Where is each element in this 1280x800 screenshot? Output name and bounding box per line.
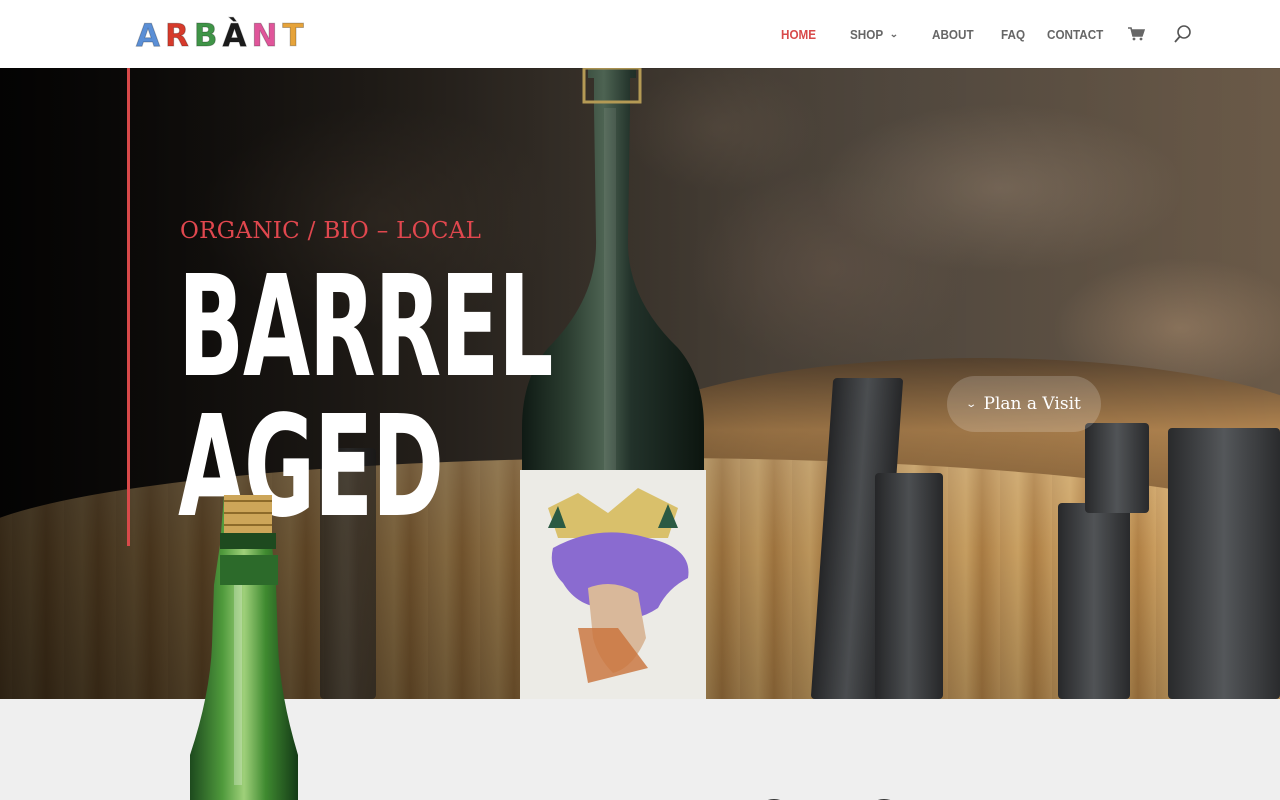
chevron-down-icon: ⌄ xyxy=(889,28,899,39)
hero-subtitle: ORGANIC / BIO – LOCAL xyxy=(180,218,482,244)
search-icon[interactable] xyxy=(1173,24,1193,44)
site-header: A R B À N T HOME SHOP ⌄ ABOUT FAQ CONTAC… xyxy=(0,0,1280,68)
bottle-image xyxy=(190,495,298,800)
logo-letter: B xyxy=(193,18,221,54)
site-logo[interactable]: A R B À N T xyxy=(136,20,307,52)
logo-letter: R xyxy=(165,18,192,54)
nav-item-home[interactable]: HOME xyxy=(781,27,816,42)
hero-title-line: BARREL xyxy=(178,246,553,409)
chevron-down-icon: ⌄ xyxy=(965,398,978,410)
nav-item-shop[interactable]: SHOP ⌄ xyxy=(850,26,899,42)
logo-letter: A xyxy=(136,18,163,54)
accent-line xyxy=(127,68,130,546)
nav-item-faq[interactable]: FAQ xyxy=(1001,27,1025,42)
plan-visit-button[interactable]: ⌄ Plan a Visit xyxy=(947,376,1101,432)
logo-letter: T xyxy=(282,18,307,54)
nav-item-about[interactable]: ABOUT xyxy=(932,27,974,42)
nav-item-label: SHOP xyxy=(850,26,884,42)
nav-item-contact[interactable]: CONTACT xyxy=(1047,27,1103,42)
cart-icon[interactable] xyxy=(1127,27,1145,41)
plan-visit-label: Plan a Visit xyxy=(983,394,1081,414)
main-nav: HOME SHOP ⌄ ABOUT FAQ CONTACT xyxy=(781,0,1193,68)
logo-letter: À xyxy=(222,18,250,54)
decorative-shape xyxy=(767,799,891,800)
logo-letter: N xyxy=(251,18,281,54)
